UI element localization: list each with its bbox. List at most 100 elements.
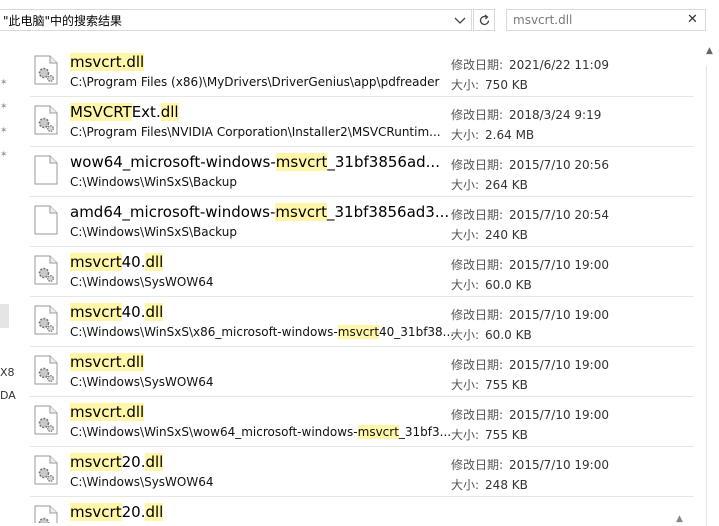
file-name[interactable]: wow64_microsoft-windows-msvcrt_31bf3856a…	[70, 153, 440, 172]
refresh-icon	[479, 14, 490, 26]
path-segment: C:\Program Files (x86)\MyDrivers\DriverG…	[70, 75, 440, 89]
name-segment: _31bf3856ad3...	[327, 203, 450, 221]
search-query: msvcrt.dll	[513, 13, 573, 27]
modified-date-label: 修改日期:	[451, 108, 504, 122]
match-highlight: msvcrt	[70, 453, 122, 471]
file-path: C:\Windows\WinSxS\Backup	[70, 175, 237, 190]
file-name[interactable]: msvcrt20.dll	[70, 503, 164, 522]
dll-file-icon	[34, 505, 58, 523]
modified-date-label: 修改日期:	[451, 158, 504, 172]
path-segment: C:\Windows\WinSxS\Backup	[70, 175, 237, 189]
match-highlight: dll	[145, 303, 164, 321]
path-segment: C:\Windows\WinSxS\wow64_microsoft-window…	[70, 425, 358, 439]
file-name[interactable]: msvcrt40.dll	[70, 253, 164, 272]
result-row[interactable]: MSVCRTExt.dll C:\Program Files\NVIDIA Cor…	[30, 97, 694, 147]
nav-selected-item[interactable]	[0, 304, 9, 328]
path-segment: C:\Windows\WinSxS\Backup	[70, 225, 237, 239]
scrollbar-track[interactable]	[706, 66, 717, 526]
match-highlight: msvcrt	[337, 325, 380, 339]
file-size: 大小: 755 KB	[451, 376, 528, 393]
pin-icon: ✶	[0, 78, 8, 88]
address-bar[interactable]: "此电脑"中的搜索结果	[0, 9, 472, 31]
modified-date-value: 2015/7/10 19:00	[509, 408, 609, 422]
navigation-pane: ✶ ✶ ✶ ✶ X8 DA	[0, 40, 16, 523]
match-highlight: msvcrt.dll	[70, 353, 145, 371]
file-path: C:\Program Files (x86)\MyDrivers\DriverG…	[70, 75, 439, 90]
modified-date-value: 2015/7/10 19:00	[509, 358, 609, 372]
modified-date-value: 2018/3/24 9:19	[509, 108, 602, 122]
match-highlight: msvcrt	[275, 153, 328, 171]
scroll-up-icon[interactable]: ▲	[706, 46, 713, 56]
result-row[interactable]: msvcrt.dll C:\Windows\WinSxS\wow64_micros…	[30, 397, 694, 447]
dll-file-icon	[34, 55, 58, 85]
result-row[interactable]: msvcrt.dll C:\Windows\SysWOW64 修改日期: 2015/7…	[30, 347, 694, 397]
file-path: C:\Program Files\NVIDIA Corporation\Inst…	[70, 125, 441, 140]
modified-date: 修改日期: 2015/7/10 19:00	[451, 306, 609, 323]
name-segment: wow64_microsoft-windows-	[70, 153, 276, 171]
file-path: C:\Windows\SysWOW64	[70, 375, 214, 390]
result-row[interactable]: msvcrt40.dll C:\Windows\SysWOW64 修改日期: 2015…	[30, 247, 694, 297]
address-text: "此电脑"中的搜索结果	[3, 14, 123, 28]
result-row[interactable]: msvcrt40.dll C:\Windows\WinSxS\x86_micros…	[30, 297, 694, 347]
path-segment: C:\Windows\SysWOW64	[70, 375, 214, 389]
match-highlight: MSVCRT	[70, 103, 132, 121]
file-name[interactable]: msvcrt.dll	[70, 53, 145, 72]
dll-file-icon	[34, 455, 58, 485]
result-row[interactable]: amd64_microsoft-windows-msvcrt_31bf3856a…	[30, 197, 694, 247]
file-size: 大小: 750 KB	[451, 76, 528, 93]
refresh-button[interactable]	[473, 9, 495, 31]
modified-date-label: 修改日期:	[451, 58, 504, 72]
name-segment: 20.	[121, 503, 146, 521]
file-size-value: 240 KB	[485, 228, 528, 242]
match-highlight: msvcrt	[70, 253, 122, 271]
file-name[interactable]: msvcrt20.dll	[70, 453, 164, 472]
path-segment: 40_31bf38...	[379, 325, 455, 339]
match-highlight: dll	[145, 453, 164, 471]
nav-label-fragment[interactable]: DA	[0, 389, 16, 402]
file-name[interactable]: amd64_microsoft-windows-msvcrt_31bf3856a…	[70, 203, 449, 222]
search-input[interactable]: msvcrt.dll ✕	[506, 9, 706, 31]
file-size-label: 大小:	[451, 378, 480, 392]
file-size-value: 60.0 KB	[485, 278, 532, 292]
file-size-label: 大小:	[451, 228, 480, 242]
path-segment: C:\Windows\SysWOW64	[70, 475, 214, 489]
file-name[interactable]: msvcrt.dll	[70, 403, 145, 422]
file-path: C:\Windows\SysWOW64	[70, 475, 214, 490]
modified-date: 修改日期: 2015/7/10 20:56	[451, 156, 609, 173]
blank-file-icon	[34, 205, 58, 235]
file-size-label: 大小:	[451, 78, 480, 92]
result-row[interactable]: wow64_microsoft-windows-msvcrt_31bf3856a…	[30, 147, 694, 197]
modified-date-value: 2015/7/10 20:54	[509, 208, 609, 222]
name-segment: 40.	[121, 303, 146, 321]
file-size: 大小: 264 KB	[451, 176, 528, 193]
nav-label-fragment[interactable]: X8	[0, 366, 15, 379]
modified-date-label: 修改日期:	[451, 458, 504, 472]
file-path: C:\Windows\WinSxS\x86_microsoft-windows-…	[70, 325, 454, 340]
result-row[interactable]: msvcrt20.dll	[30, 497, 694, 523]
path-segment: C:\Program Files\NVIDIA Corporation\Inst…	[70, 125, 441, 139]
chevron-down-icon[interactable]	[454, 17, 466, 25]
file-size-label: 大小:	[451, 428, 480, 442]
match-highlight: msvcrt	[70, 503, 122, 521]
file-name[interactable]: MSVCRTExt.dll	[70, 103, 179, 122]
file-name[interactable]: msvcrt40.dll	[70, 303, 164, 322]
match-highlight: msvcrt	[70, 303, 122, 321]
modified-date: 修改日期: 2015/7/10 19:00	[451, 256, 609, 273]
modified-date-value: 2021/6/22 11:09	[509, 58, 609, 72]
file-name[interactable]: msvcrt.dll	[70, 353, 145, 372]
search-results-list: msvcrt.dll C:\Program Files (x86)\MyDrive…	[30, 47, 694, 523]
result-row[interactable]: msvcrt.dll C:\Program Files (x86)\MyDrive…	[30, 47, 694, 97]
match-highlight: dll	[145, 503, 164, 521]
dll-file-icon	[34, 305, 58, 335]
close-icon[interactable]: ✕	[687, 12, 698, 27]
vertical-scrollbar[interactable]: ▲	[703, 40, 719, 526]
file-path: C:\Windows\SysWOW64	[70, 275, 214, 290]
file-size: 大小: 248 KB	[451, 476, 528, 493]
file-size: 大小: 755 KB	[451, 426, 528, 443]
result-row[interactable]: msvcrt20.dll C:\Windows\SysWOW64 修改日期: 2015…	[30, 447, 694, 497]
file-path: C:\Windows\WinSxS\wow64_microsoft-window…	[70, 425, 451, 440]
file-size-value: 60.0 KB	[485, 328, 532, 342]
modified-date: 修改日期: 2021/6/22 11:09	[451, 56, 609, 73]
path-segment: C:\Windows\WinSxS\x86_microsoft-windows-	[70, 325, 338, 339]
match-highlight: msvcrt.dll	[70, 53, 145, 71]
